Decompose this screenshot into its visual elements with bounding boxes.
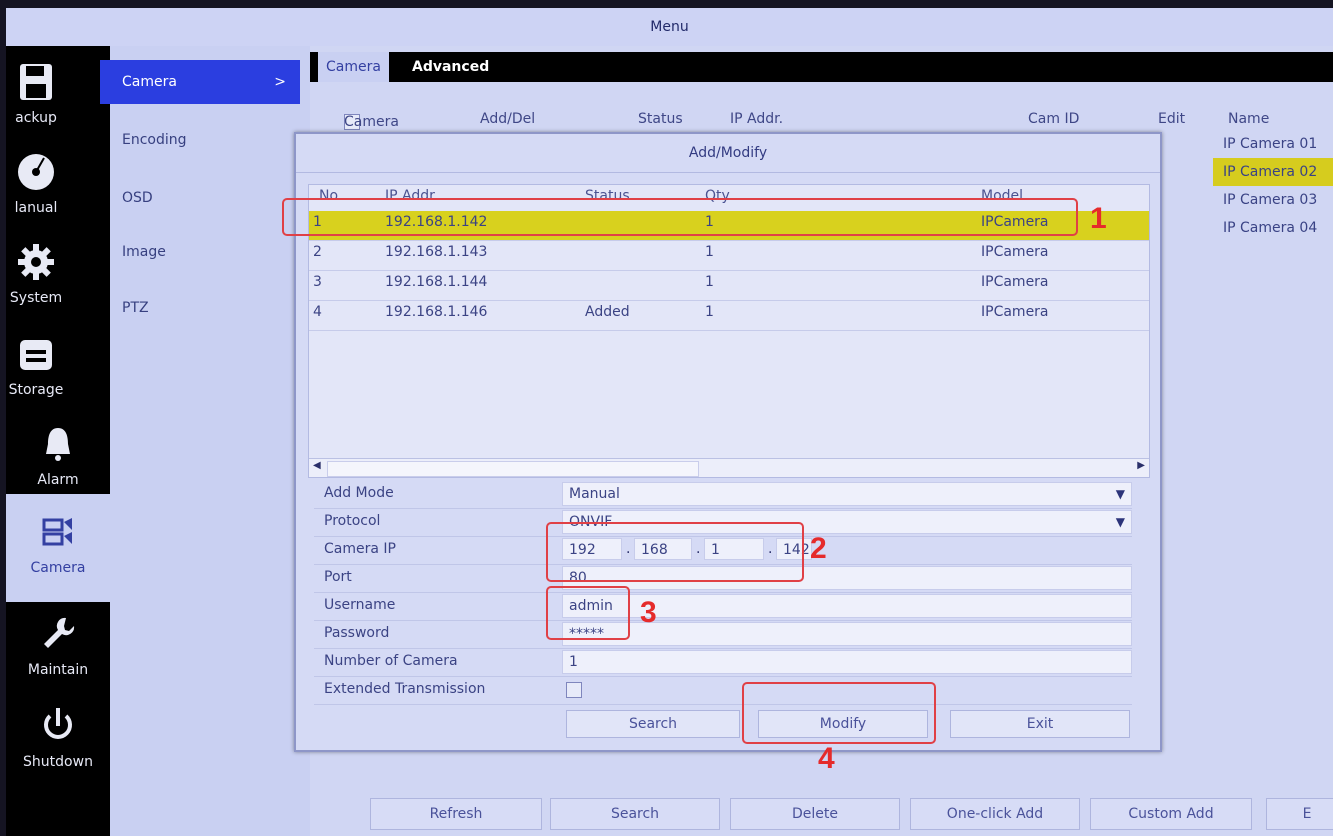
submenu-encoding[interactable]: Encoding [110, 118, 310, 162]
delete-button[interactable]: Delete [730, 798, 900, 830]
callout-number-4: 4 [818, 742, 835, 775]
main-nav: ackup lanual System Storage Alarm Camera… [6, 46, 110, 836]
chevron-right-icon: > [274, 74, 286, 90]
nvr-screen: Menu ackup lanual System Storage Alarm C… [6, 8, 1333, 836]
window-title: Menu [6, 8, 1333, 47]
extended-transmission-row: Extended Transmission [314, 676, 1132, 705]
submenu-ptz[interactable]: PTZ [110, 286, 310, 330]
storage-icon [20, 340, 52, 370]
password-row: Password ***** [314, 620, 1132, 649]
nav-maintain[interactable]: Maintain [6, 612, 110, 678]
grid-row[interactable]: 3 192.168.1.144 1 IPCamera [309, 271, 1149, 301]
nav-camera[interactable]: Camera [6, 510, 110, 576]
disc-icon [18, 154, 54, 190]
dropdown-arrow-icon: ▼ [1115, 515, 1125, 529]
nav-shutdown[interactable]: Shutdown [6, 704, 110, 770]
callout-box-2 [546, 522, 804, 582]
scroll-left-icon[interactable]: ◀ [313, 460, 321, 471]
callout-number-3: 3 [640, 596, 657, 629]
gear-icon [18, 244, 54, 280]
grid-row[interactable]: 2 192.168.1.143 1 IPCamera [309, 241, 1149, 271]
scroll-right-icon[interactable]: ▶ [1137, 460, 1145, 471]
floppy-disk-icon [20, 64, 52, 100]
search-button[interactable]: Search [550, 798, 720, 830]
camera-list-header: Camera Add/Del Status IP Addr. Cam ID Ed… [344, 111, 1270, 130]
add-mode-row: Add Mode Manual ▼ [314, 480, 1132, 509]
camera-submenu: Camera > Encoding OSD Image PTZ [100, 46, 310, 836]
horizontal-scrollbar[interactable]: ◀ ▶ [309, 458, 1149, 477]
callout-box-1 [282, 198, 1078, 236]
username-row: Username admin [314, 592, 1132, 621]
extended-transmission-checkbox[interactable] [566, 682, 582, 698]
tab-bar: Camera Advanced [310, 52, 1333, 82]
submenu-image[interactable]: Image [110, 230, 310, 274]
callout-box-3 [546, 586, 630, 640]
nav-alarm[interactable]: Alarm [6, 422, 110, 488]
camera-icon [42, 518, 72, 546]
camera-name-1[interactable]: IP Camera 01 [1213, 130, 1333, 158]
power-icon [44, 708, 72, 739]
extra-button[interactable]: E [1266, 798, 1333, 830]
custom-add-button[interactable]: Custom Add [1090, 798, 1252, 830]
submenu-osd[interactable]: OSD [110, 176, 310, 220]
one-click-add-button[interactable]: One-click Add [910, 798, 1080, 830]
nav-storage[interactable]: Storage [6, 332, 88, 398]
camera-name-4[interactable]: IP Camera 04 [1213, 214, 1333, 242]
nav-system[interactable]: System [6, 240, 88, 306]
exit-button[interactable]: Exit [950, 710, 1130, 738]
scroll-thumb[interactable] [327, 461, 699, 477]
dialog-search-button[interactable]: Search [566, 710, 740, 738]
wrench-icon [44, 617, 75, 648]
tab-camera[interactable]: Camera [318, 52, 389, 82]
nav-backup[interactable]: ackup [6, 60, 88, 126]
bell-icon [46, 428, 70, 461]
bottom-button-bar: Refresh Search Delete One-click Add Cust… [370, 798, 1333, 830]
callout-number-1: 1 [1090, 202, 1107, 235]
tab-advanced[interactable]: Advanced [404, 52, 497, 82]
dropdown-arrow-icon: ▼ [1115, 487, 1125, 501]
dialog-title: Add/Modify [296, 134, 1160, 173]
callout-box-4 [742, 682, 936, 744]
grid-row[interactable]: 4 192.168.1.146 Added 1 IPCamera [309, 301, 1149, 331]
add-mode-select[interactable]: Manual ▼ [562, 482, 1132, 506]
number-of-camera-row: Number of Camera 1 [314, 648, 1132, 677]
submenu-camera[interactable]: Camera > [100, 60, 300, 104]
number-of-camera-field: 1 [562, 650, 1132, 674]
nav-manual[interactable]: lanual [6, 150, 88, 216]
refresh-button[interactable]: Refresh [370, 798, 542, 830]
camera-name-3[interactable]: IP Camera 03 [1213, 186, 1333, 214]
callout-number-2: 2 [810, 532, 827, 565]
camera-name-2[interactable]: IP Camera 02 [1213, 158, 1333, 186]
